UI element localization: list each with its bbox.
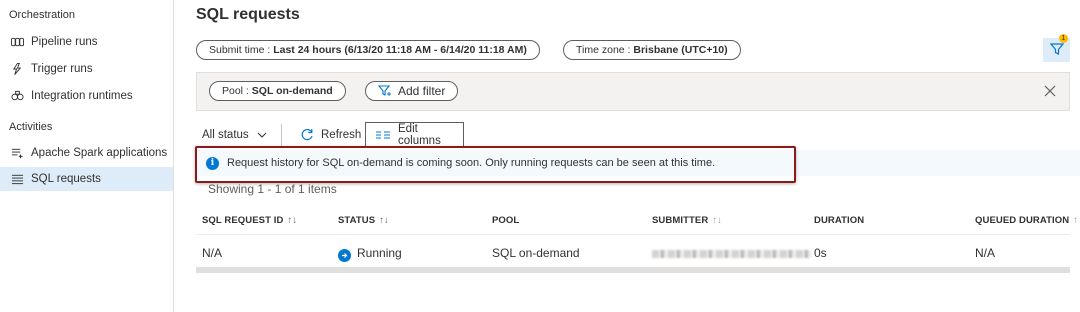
running-status-icon (338, 249, 351, 262)
horizontal-scrollbar[interactable] (196, 267, 1070, 273)
add-filter-button[interactable]: Add filter (365, 81, 459, 101)
sql-requests-icon (10, 173, 24, 185)
time-zone-filter-pill[interactable]: Time zone : Brisbane (UTC+10) (563, 40, 741, 60)
sidebar-item-label: SQL requests (31, 173, 101, 185)
header-divider (196, 234, 1070, 235)
sort-icon: ↑↓ (712, 215, 723, 226)
column-header-status[interactable]: STATUS ↑↓ (338, 215, 389, 226)
toolbar-divider (281, 124, 282, 146)
add-filter-label: Add filter (398, 84, 446, 98)
cell-queued-duration: N/A (975, 246, 996, 260)
info-message-bar: i Request history for SQL on-demand is c… (196, 150, 1080, 176)
redacted-submitter (652, 249, 812, 258)
submit-time-value: Last 24 hours (6/13/20 11:18 AM - 6/14/2… (273, 44, 527, 56)
submit-time-label: Submit time : (209, 44, 274, 56)
refresh-button[interactable]: Refresh (300, 124, 361, 146)
refresh-label: Refresh (321, 129, 362, 141)
info-message-text: Request history for SQL on-demand is com… (227, 157, 716, 169)
submit-time-filter-pill[interactable]: Submit time : Last 24 hours (6/13/20 11:… (196, 40, 540, 60)
sidebar-item-spark-applications[interactable]: Apache Spark applications (0, 141, 173, 165)
pool-filter-pill[interactable]: Pool : SQL on-demand (209, 81, 346, 101)
filter-count-badge: 1 (1059, 34, 1068, 43)
time-zone-label: Time zone : (576, 44, 634, 56)
column-header-duration[interactable]: DURATION (814, 215, 864, 226)
status-text: Running (357, 246, 402, 260)
cell-submitter (652, 246, 812, 260)
sidebar-item-label: Pipeline runs (31, 36, 98, 48)
page-title: SQL requests (196, 6, 300, 23)
column-header-sql-request-id[interactable]: SQL REQUEST ID ↑↓ (202, 215, 297, 226)
edit-columns-label: Edit columns (398, 123, 441, 147)
sidebar-item-label: Integration runtimes (31, 90, 133, 102)
integration-runtime-icon (10, 90, 24, 102)
sort-icon: ↑↓ (287, 215, 298, 226)
chevron-down-icon (257, 132, 267, 138)
column-header-pool[interactable]: POOL (492, 215, 519, 226)
sidebar-item-sql-requests[interactable]: SQL requests (0, 167, 173, 191)
sidebar-item-label: Trigger runs (31, 63, 93, 75)
sidebar-heading-orchestration: Orchestration (9, 9, 76, 21)
column-header-submitter[interactable]: SUBMITTER ↑↓ (652, 215, 722, 226)
filter-toggle-button[interactable]: 1 (1043, 34, 1070, 62)
sort-icon: ↑↓ (379, 215, 389, 226)
add-filter-icon (378, 85, 392, 97)
status-dropdown-label: All status (202, 129, 249, 141)
status-dropdown[interactable]: All status (202, 124, 267, 146)
cell-request-id: N/A (202, 246, 223, 260)
sidebar-item-trigger-runs[interactable]: Trigger runs (0, 57, 173, 81)
sidebar-item-pipeline-runs[interactable]: Pipeline runs (0, 30, 173, 54)
spark-icon (10, 147, 24, 159)
pipeline-icon (10, 36, 24, 48)
pool-value: SQL on-demand (251, 85, 333, 97)
trigger-icon (10, 63, 24, 75)
edit-columns-button[interactable]: Edit columns (365, 122, 464, 148)
cell-duration: 0s (814, 246, 827, 260)
column-header-queued-duration[interactable]: QUEUED DURATION ↑ (975, 215, 1078, 226)
clear-filters-close-icon[interactable] (1042, 83, 1058, 99)
sidebar: Orchestration Pipeline runs Trigger runs… (0, 0, 174, 312)
showing-items-count: Showing 1 - 1 of 1 items (208, 182, 337, 196)
refresh-icon (300, 128, 314, 142)
sidebar-item-integration-runtimes[interactable]: Integration runtimes (0, 84, 173, 108)
columns-icon (376, 130, 390, 140)
sidebar-item-label: Apache Spark applications (31, 147, 168, 159)
pool-label: Pool : (222, 85, 252, 97)
info-icon: i (206, 156, 219, 170)
cell-status: Running (338, 246, 402, 262)
app-root: Orchestration Pipeline runs Trigger runs… (0, 0, 1080, 312)
cell-pool: SQL on-demand (492, 246, 580, 260)
filter-funnel-icon (1049, 42, 1064, 59)
sort-icon: ↑ (1073, 215, 1079, 226)
sidebar-heading-activities: Activities (9, 121, 53, 133)
time-zone-value: Brisbane (UTC+10) (633, 44, 728, 56)
